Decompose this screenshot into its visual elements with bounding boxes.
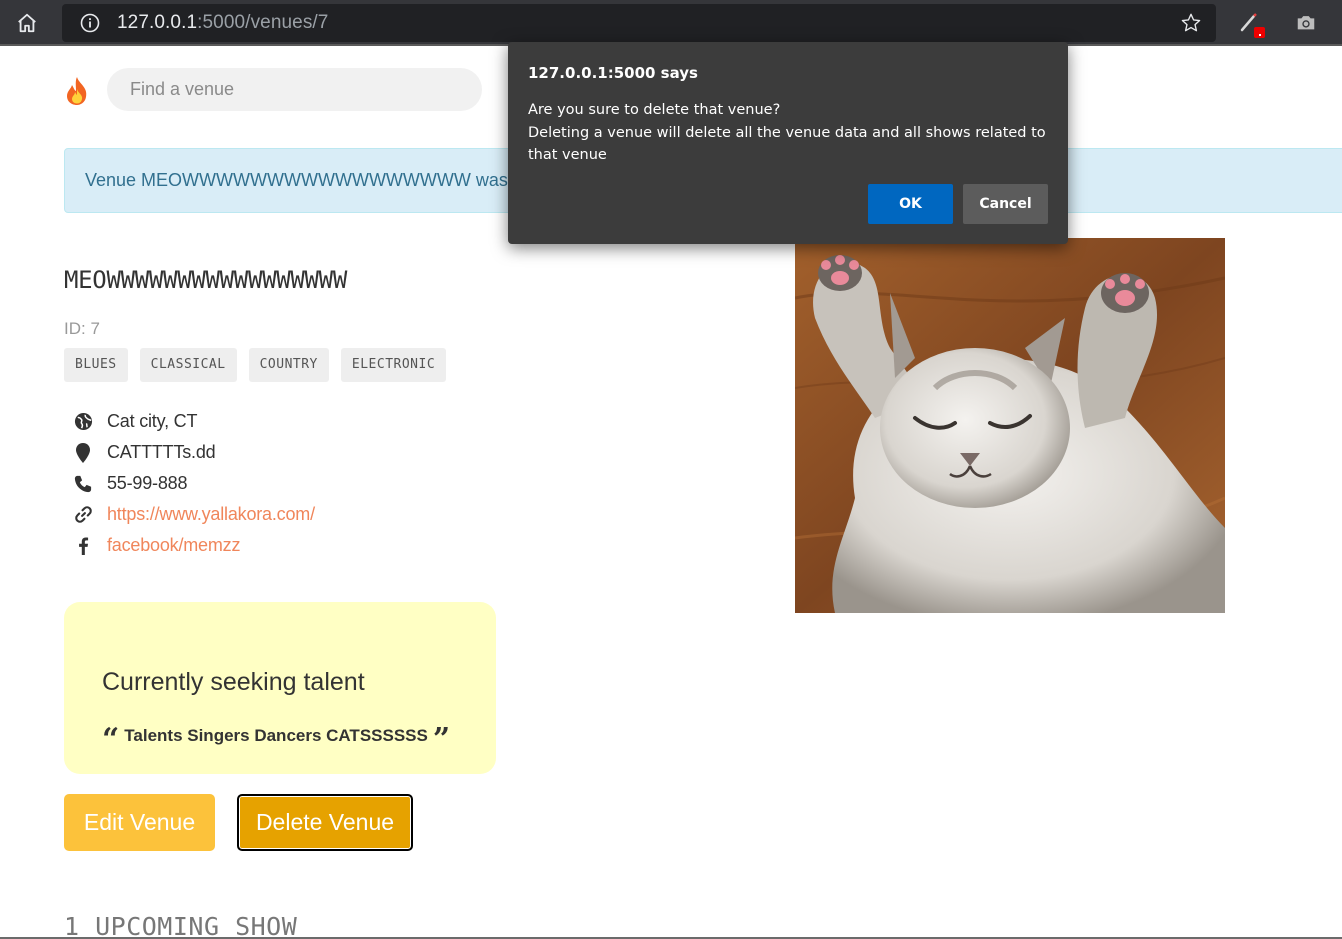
- genre-badge: BLUES: [64, 348, 128, 382]
- venue-facebook-link[interactable]: facebook/memzz: [107, 535, 240, 556]
- phone-icon: [72, 473, 94, 495]
- fire-logo-icon[interactable]: [64, 76, 90, 106]
- venue-name: MEOWWWWWWWWWWWWWWWWW: [64, 266, 347, 294]
- link-icon: [72, 504, 94, 526]
- edit-venue-button[interactable]: Edit Venue: [64, 794, 215, 851]
- seeking-title: Currently seeking talent: [102, 668, 365, 696]
- dialog-message-line1: Are you sure to delete that venue?: [528, 102, 781, 118]
- venue-phone: 55-99-888: [107, 473, 188, 493]
- browser-toolbar: 127.0.0.1:5000/venues/7: [0, 0, 1342, 46]
- seeking-description-row: “ Talents Singers Dancers CATSSSSSS ”: [102, 725, 451, 746]
- url-path: :5000/venues/7: [197, 12, 329, 33]
- bookmark-star-icon[interactable]: [1180, 12, 1202, 34]
- home-icon[interactable]: [14, 10, 40, 36]
- venue-id: ID: 7: [64, 319, 100, 338]
- seeking-description: Talents Singers Dancers CATSSSSSS: [124, 726, 428, 745]
- globe-icon: [72, 411, 94, 433]
- address-bar[interactable]: 127.0.0.1:5000/venues/7: [62, 4, 1216, 42]
- search-input[interactable]: [107, 68, 482, 111]
- genre-list: BLUES CLASSICAL COUNTRY ELECTRONIC: [64, 348, 447, 382]
- quote-left-icon: “: [102, 725, 120, 745]
- venue-address: CATTTTTs.dd: [107, 442, 216, 462]
- venue-info-list: Cat city, CT CATTTTTs.dd 55-99-888 https…: [72, 406, 315, 561]
- facebook-icon: [72, 535, 94, 557]
- extension-pen-icon[interactable]: [1238, 10, 1268, 40]
- confirm-dialog: 127.0.0.1:5000 says Are you sure to dele…: [508, 42, 1068, 244]
- phone-row: 55-99-888: [72, 468, 315, 499]
- screenshot-camera-icon[interactable]: [1295, 12, 1317, 34]
- dialog-ok-button[interactable]: OK: [868, 184, 953, 224]
- url-text: 127.0.0.1:5000/venues/7: [117, 12, 328, 34]
- location-row: Cat city, CT: [72, 406, 315, 437]
- dialog-message: Are you sure to delete that venue? Delet…: [528, 99, 1048, 167]
- venue-website-link[interactable]: https://www.yallakora.com/: [107, 504, 315, 525]
- website-row: https://www.yallakora.com/: [72, 499, 315, 530]
- delete-venue-button[interactable]: Delete Venue: [237, 794, 413, 851]
- url-host: 127.0.0.1: [117, 12, 198, 33]
- info-icon[interactable]: [80, 13, 100, 33]
- dialog-cancel-button[interactable]: Cancel: [963, 184, 1048, 224]
- genre-badge: COUNTRY: [248, 348, 329, 382]
- quote-right-icon: ”: [432, 725, 451, 745]
- venue-image: [795, 238, 1225, 613]
- facebook-row: facebook/memzz: [72, 530, 315, 561]
- dialog-message-line2: Deleting a venue will delete all the ven…: [528, 124, 1046, 164]
- map-marker-icon: [72, 442, 94, 464]
- genre-badge: ELECTRONIC: [340, 348, 447, 382]
- venue-location: Cat city, CT: [107, 411, 198, 431]
- genre-badge: CLASSICAL: [139, 348, 237, 382]
- address-row: CATTTTTs.dd: [72, 437, 315, 468]
- seeking-talent-panel: Currently seeking talent “ Talents Singe…: [64, 602, 496, 774]
- dialog-title: 127.0.0.1:5000 says: [528, 64, 698, 82]
- upcoming-shows-heading: 1 UPCOMING SHOW: [64, 912, 298, 939]
